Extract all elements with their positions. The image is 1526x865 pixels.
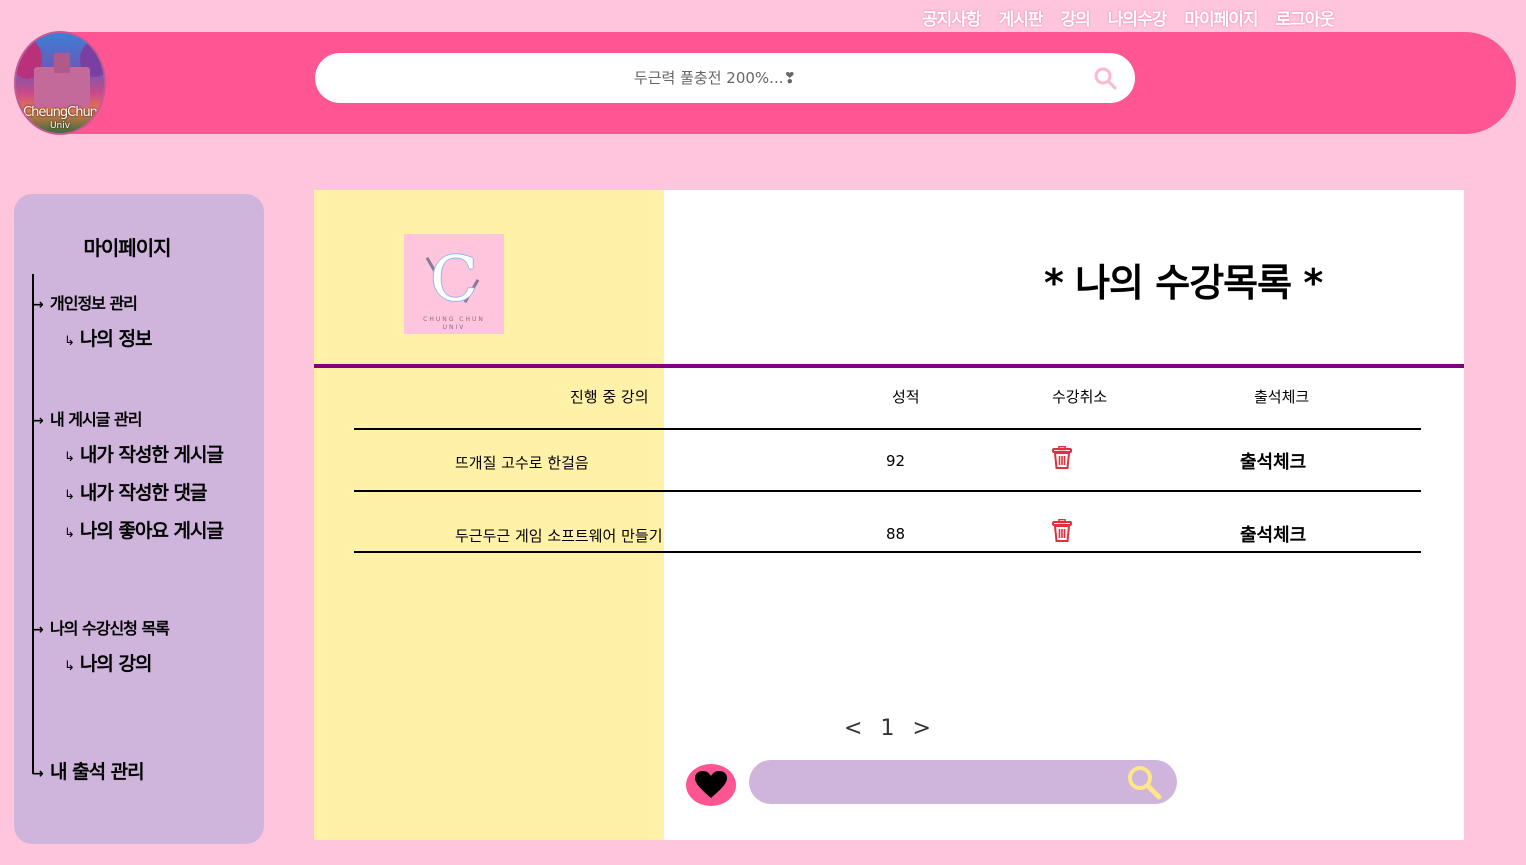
course-search-bar xyxy=(749,760,1177,804)
sidebar-item-label: 내가 작성한 댓글 xyxy=(79,482,208,504)
sidebar-item-my-comments[interactable]: ↳ 내가 작성한 댓글 xyxy=(64,478,207,505)
trash-icon[interactable] xyxy=(1051,446,1073,470)
search-icon[interactable] xyxy=(1093,66,1117,90)
sidebar-section-posts[interactable]: → 내 게시글 관리 xyxy=(32,406,142,430)
sub-arrow-icon: ↳ xyxy=(64,450,75,465)
page-title: * 나의 수강목록 * xyxy=(1044,261,1323,305)
nav-my-courses[interactable]: 나의수강 xyxy=(1108,5,1168,30)
sub-arrow-icon: ↳ xyxy=(64,334,75,349)
emblem-text: CHUNG CHUN xyxy=(423,316,485,323)
sidebar-item-label: 나의 정보 xyxy=(79,328,153,350)
university-logo[interactable]: CheungChun Univ xyxy=(14,31,106,135)
university-emblem: C CHUNG CHUN UNIV xyxy=(404,234,504,334)
sidebar-section-label: 나의 수강신청 목록 xyxy=(50,619,170,638)
trash-icon[interactable] xyxy=(1051,519,1073,543)
sidebar-title: 마이페이지 xyxy=(83,236,172,260)
search-icon[interactable] xyxy=(1125,764,1163,800)
sidebar-item-label: 내가 작성한 게시글 xyxy=(79,444,224,466)
sidebar-item-liked-posts[interactable]: ↳ 나의 좋아요 게시글 xyxy=(64,516,224,543)
page-number[interactable]: 1 xyxy=(880,716,894,741)
attendance-check-button[interactable]: 출석체크 xyxy=(1240,448,1306,474)
sidebar-section-enrollment[interactable]: → 나의 수강신청 목록 xyxy=(32,615,170,639)
nav-lecture[interactable]: 강의 xyxy=(1060,5,1090,30)
sub-arrow-icon: ↳ xyxy=(64,488,75,503)
course-grade: 88 xyxy=(886,525,906,543)
nav-mypage[interactable]: 마이페이지 xyxy=(1184,5,1258,30)
sidebar-section-label: 개인정보 관리 xyxy=(50,294,138,313)
header-search xyxy=(315,53,1135,103)
logo-building xyxy=(34,53,90,107)
column-header-attendance: 출석체크 xyxy=(1254,388,1310,406)
course-name: 뜨개질 고수로 한걸음 xyxy=(455,454,589,472)
sidebar-item-my-lectures[interactable]: ↳ 나의 강의 xyxy=(64,649,153,676)
nav-logout[interactable]: 로그아웃 xyxy=(1276,5,1336,30)
logo-subtext: Univ xyxy=(49,121,71,131)
prev-page-button[interactable]: < xyxy=(844,716,862,741)
column-header-grade: 성적 xyxy=(892,388,920,406)
column-header-cancel: 수강취소 xyxy=(1052,388,1108,406)
sidebar-item-my-info[interactable]: ↳ 나의 정보 xyxy=(64,324,153,351)
course-search-input[interactable] xyxy=(769,760,1109,804)
sidebar-section-attendance[interactable]: → 내 출석 관리 xyxy=(32,757,145,784)
table-rule xyxy=(354,428,1421,430)
arrow-right-icon: → xyxy=(32,413,44,429)
pagination: < 1 > xyxy=(844,716,931,741)
course-grade: 92 xyxy=(886,452,906,470)
sidebar-vertical-line xyxy=(32,274,34,774)
heart-icon xyxy=(695,771,727,798)
sidebar-item-label: 나의 강의 xyxy=(79,653,153,675)
table-rule xyxy=(354,551,1421,553)
emblem-letter: C xyxy=(430,242,478,315)
attendance-check-button[interactable]: 출석체크 xyxy=(1240,521,1306,547)
next-page-button[interactable]: > xyxy=(912,716,930,741)
nav-notice[interactable]: 공지사항 xyxy=(922,5,982,30)
nav-board[interactable]: 게시판 xyxy=(999,5,1044,30)
title-divider xyxy=(314,364,1464,368)
sidebar: 마이페이지 → 개인정보 관리 ↳ 나의 정보 → 내 게시글 관리 ↳ 내가 작성한 … xyxy=(14,194,264,844)
sidebar-section-profile[interactable]: → 개인정보 관리 xyxy=(32,290,138,314)
sub-arrow-icon: ↳ xyxy=(64,526,75,541)
search-input[interactable] xyxy=(345,53,1085,103)
sub-arrow-icon: ↳ xyxy=(64,659,75,674)
course-name: 두근두근 게임 소프트웨어 만들기 xyxy=(455,527,663,545)
sidebar-item-label: 나의 좋아요 게시글 xyxy=(79,520,224,542)
top-nav: 공지사항 게시판 강의 나의수강 마이페이지 로그아웃 xyxy=(922,4,1336,30)
like-button[interactable] xyxy=(686,764,736,806)
column-header-course: 진행 중 강의 xyxy=(570,388,649,406)
sidebar-section-label: 내 게시글 관리 xyxy=(50,410,142,429)
arrow-right-icon: → xyxy=(32,297,44,313)
table-rule xyxy=(354,490,1421,492)
emblem-subtext: UNIV xyxy=(442,324,466,331)
course-list-panel: C CHUNG CHUN UNIV * 나의 수강목록 * 진행 중 강의 성적… xyxy=(314,190,1464,840)
arrow-right-icon: → xyxy=(32,766,44,782)
sidebar-item-my-posts[interactable]: ↳ 내가 작성한 게시글 xyxy=(64,440,224,467)
arrow-right-icon: → xyxy=(32,622,44,638)
logo-text: CheungChun xyxy=(23,105,98,120)
sidebar-section-label: 내 출석 관리 xyxy=(50,761,145,783)
